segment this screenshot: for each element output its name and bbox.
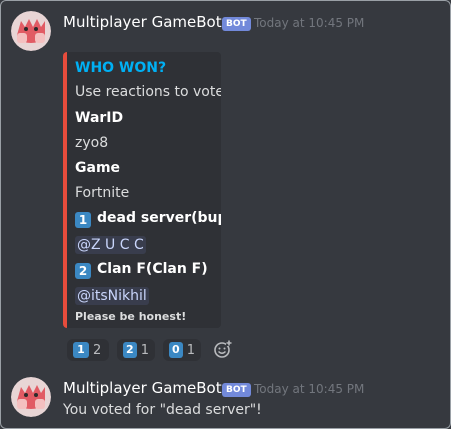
embed-card: WHO WON? Use reactions to vote! WarID zy… <box>63 52 221 328</box>
message-content: You voted for "dead server"! <box>63 402 262 418</box>
field-name-warid: WarID <box>75 110 124 126</box>
bot-tag-badge: BOT <box>222 17 251 31</box>
message-timestamp: Today at 10:45 PM <box>254 382 365 396</box>
field-name-option-1: 1 dead server(bupg) <box>75 210 221 228</box>
field-name-game: Game <box>75 160 121 176</box>
keycap-one-icon: 1 <box>75 212 91 228</box>
keycap-two-icon: 2 <box>123 342 137 358</box>
red-monster-avatar-icon <box>11 377 51 417</box>
red-monster-avatar-icon <box>11 11 51 51</box>
user-mention[interactable]: @itsNikhil <box>75 287 149 305</box>
field-value-warid: zyo8 <box>75 135 109 151</box>
field-value-game: Fortnite <box>75 185 130 201</box>
author-name[interactable]: Multiplayer GameBot <box>63 379 222 397</box>
embed-footer: Please be honest! <box>75 310 187 323</box>
field-value-option-1: @Z U C C <box>75 234 146 254</box>
reaction-count: 1 <box>140 342 149 358</box>
add-reaction-icon <box>214 340 232 358</box>
option-1-label: dead server(bupg) <box>97 210 221 226</box>
add-reaction-button[interactable] <box>213 339 233 359</box>
bot-tag-badge: BOT <box>222 383 251 397</box>
keycap-one-icon: 1 <box>73 342 89 358</box>
embed-accent-bar <box>63 52 67 328</box>
option-2-label: Clan F(Clan F) <box>97 261 208 277</box>
user-mention[interactable]: @Z U C C <box>75 236 146 254</box>
chat-window: Multiplayer GameBot BOT Today at 10:45 P… <box>0 0 451 429</box>
avatar[interactable] <box>11 11 51 51</box>
reaction-keycap-2[interactable]: 2 1 <box>117 339 155 361</box>
message-timestamp: Today at 10:45 PM <box>254 16 365 30</box>
reaction-keycap-1[interactable]: 1 2 <box>67 339 109 361</box>
avatar[interactable] <box>11 377 51 417</box>
embed-description: Use reactions to vote! <box>75 84 221 100</box>
field-value-option-2: @itsNikhil <box>75 285 149 305</box>
keycap-two-icon: 2 <box>75 263 91 279</box>
reaction-count: 1 <box>186 342 195 358</box>
author-name[interactable]: Multiplayer GameBot <box>63 13 222 31</box>
keycap-zero-icon: 0 <box>169 342 183 358</box>
field-name-option-2: 2 Clan F(Clan F) <box>75 261 208 279</box>
embed-title[interactable]: WHO WON? <box>75 60 166 76</box>
reaction-count: 2 <box>93 342 102 358</box>
reaction-keycap-0[interactable]: 0 1 <box>163 339 201 361</box>
